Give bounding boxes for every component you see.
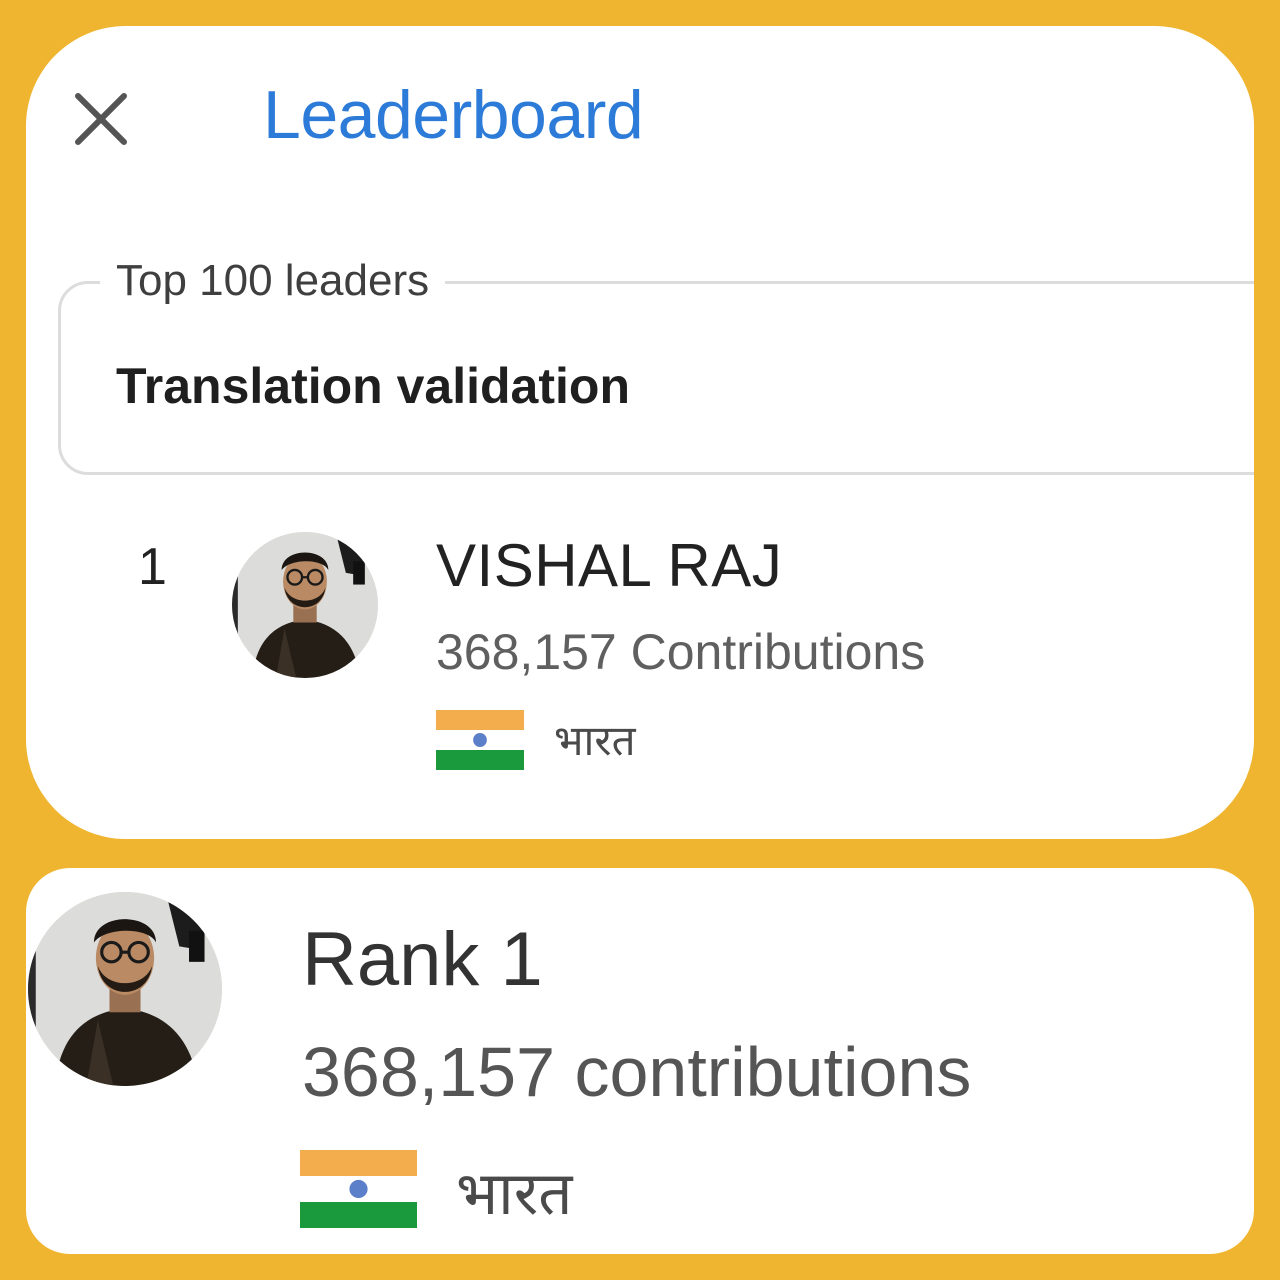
leader-name: VISHAL RAJ: [436, 532, 783, 599]
leader-country: भारत: [554, 716, 636, 765]
select-label: Top 100 leaders: [100, 256, 446, 307]
profile-contributions: 368,157 contributions: [302, 1033, 972, 1111]
user-avatar: [28, 892, 222, 1086]
leader-contributions: 368,157 Contributions: [436, 624, 926, 680]
user-avatar: [232, 532, 378, 678]
close-icon: [75, 93, 127, 145]
profile-card: Rank 1 368,157 contributions भारत: [26, 868, 1254, 1254]
select-value[interactable]: Translation validation: [116, 356, 630, 416]
page-title: Leaderboard: [263, 77, 644, 153]
leaderboard-panel: Leaderboard Top 100 leaders Translation …: [26, 26, 1254, 839]
close-button[interactable]: [70, 88, 132, 150]
india-flag-icon: [300, 1150, 417, 1228]
leader-rank: 1: [138, 538, 167, 596]
profile-country: भारत: [456, 1159, 573, 1229]
india-flag-icon: [436, 710, 524, 770]
profile-rank: Rank 1: [302, 917, 543, 1002]
leader-row[interactable]: 1 VISHAL RAJ 368,157 Contributions भारत: [26, 516, 1254, 816]
